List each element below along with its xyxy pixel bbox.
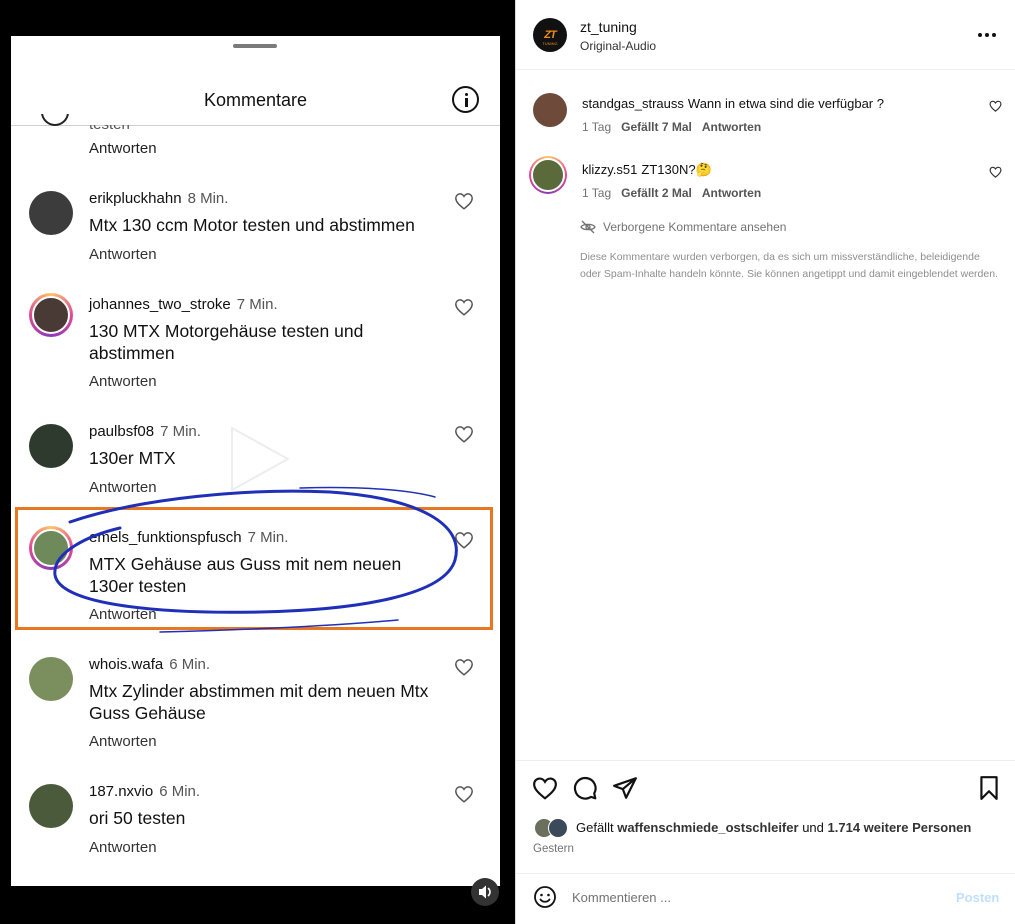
comment-likes[interactable]: Gefällt 7 Mal	[621, 120, 692, 134]
comment-input[interactable]	[572, 886, 932, 908]
likes-summary[interactable]: Gefällt waffenschmiede_ostschleifer und …	[576, 820, 971, 835]
info-icon[interactable]	[452, 86, 479, 113]
reel-video[interactable]: Kommentare testen Antworten erikpluckhah…	[0, 0, 515, 924]
avatar[interactable]	[29, 784, 73, 828]
avatar[interactable]	[29, 424, 73, 468]
comment-time: 7 Min.	[236, 296, 278, 313]
avatar[interactable]	[29, 293, 73, 337]
post-audio[interactable]: Original-Audio	[580, 39, 656, 53]
heart-icon[interactable]	[454, 192, 474, 210]
comment-username[interactable]: klizzy.s51	[582, 162, 637, 177]
share-send-icon[interactable]	[612, 775, 638, 801]
reply-link[interactable]: Antworten	[89, 140, 157, 157]
likes-count[interactable]: 1.714 weitere Personen	[828, 820, 972, 835]
avatar[interactable]: ZT TUNING	[533, 18, 567, 52]
comment-username[interactable]: whois.wafa	[89, 656, 163, 673]
heart-icon[interactable]	[989, 100, 1002, 112]
comment-bubble-icon[interactable]	[572, 775, 598, 801]
comment-text: 130 MTX Motorgehäuse testen und abstimme…	[89, 321, 364, 363]
post-panel: ZT TUNING zt_tuning Original-Audio stand…	[515, 0, 1015, 924]
comment-bar: Posten	[516, 873, 1015, 924]
post-timestamp[interactable]: Gestern	[533, 843, 574, 855]
comments-sheet-title: Kommentare	[203, 90, 308, 110]
avatar	[41, 114, 69, 128]
hidden-comments-label: Verborgene Kommentare ansehen	[603, 220, 787, 234]
comment-time: 6 Min.	[159, 783, 201, 800]
heart-icon[interactable]	[989, 166, 1002, 178]
show-hidden-comments-link[interactable]: Verborgene Kommentare ansehen	[580, 220, 786, 234]
speaker-icon	[479, 885, 491, 899]
post-actions: Gefällt waffenschmiede_ostschleifer und …	[516, 760, 1015, 924]
comment-username[interactable]: 187.nxvio	[89, 783, 153, 800]
comments-sheet-header: Kommentare	[11, 36, 500, 126]
reply-link[interactable]: Antworten	[702, 186, 761, 200]
comment-text: Mtx 130 ccm Motor testen und abstimmen	[89, 215, 415, 235]
highlight-box	[15, 507, 493, 630]
comment-time: 8 Min.	[187, 190, 229, 207]
avatar	[548, 818, 568, 838]
likes-prefix: Gefällt	[576, 820, 614, 835]
emoji-icon[interactable]	[533, 885, 557, 909]
comment-username[interactable]: paulbsf08	[89, 423, 154, 440]
post-comment-button[interactable]: Posten	[956, 890, 999, 905]
like-heart-icon[interactable]	[532, 775, 558, 801]
reply-link[interactable]: Antworten	[89, 246, 157, 263]
comment-text: ori 50 testen	[89, 808, 186, 828]
heart-icon[interactable]	[454, 658, 474, 676]
likes-middle: und	[802, 820, 824, 835]
reply-link[interactable]: Antworten	[89, 479, 157, 496]
heart-icon[interactable]	[454, 785, 474, 803]
brand-logo-sub: TUNING	[542, 41, 558, 46]
play-icon[interactable]	[226, 424, 292, 494]
likes-avatars[interactable]	[534, 818, 574, 838]
comment-time: 7 Min.	[160, 423, 201, 440]
comment-text: Mtx Zylinder abstimmen mit dem neuen Mtx…	[89, 681, 429, 723]
hidden-comments-note: Diese Kommentare wurden verborgen, da es…	[580, 251, 998, 280]
more-options-icon[interactable]	[978, 30, 998, 40]
comment-username[interactable]: johannes_two_stroke	[89, 296, 231, 313]
reply-link[interactable]: Antworten	[89, 373, 157, 390]
comment-age: 1 Tag	[582, 120, 612, 134]
reply-link[interactable]: Antworten	[89, 839, 157, 856]
comment-time: 6 Min.	[169, 656, 211, 673]
comment-username[interactable]: standgas_strauss	[582, 96, 684, 111]
heart-icon[interactable]	[454, 298, 474, 316]
comment-age: 1 Tag	[582, 186, 612, 200]
reply-link[interactable]: Antworten	[89, 733, 157, 750]
avatar[interactable]	[29, 191, 73, 235]
heart-icon[interactable]	[454, 425, 474, 443]
post-header: ZT TUNING zt_tuning Original-Audio	[516, 0, 1015, 70]
brand-logo: ZT	[544, 29, 556, 41]
avatar[interactable]	[533, 93, 567, 127]
post-username[interactable]: zt_tuning	[580, 19, 637, 35]
comment-text: Wann in etwa sind die verfügbar ?	[687, 96, 884, 111]
comment-text: ZT130N?🤔	[641, 162, 712, 177]
bookmark-icon[interactable]	[976, 775, 1002, 801]
sound-toggle-button[interactable]	[471, 878, 499, 906]
reply-link[interactable]: Antworten	[702, 120, 761, 134]
avatar[interactable]	[529, 156, 567, 194]
likes-user[interactable]: waffenschmiede_ostschleifer	[617, 820, 798, 835]
avatar[interactable]	[29, 657, 73, 701]
comment-likes[interactable]: Gefällt 2 Mal	[621, 186, 692, 200]
comment-username[interactable]: erikpluckhahn	[89, 190, 182, 207]
